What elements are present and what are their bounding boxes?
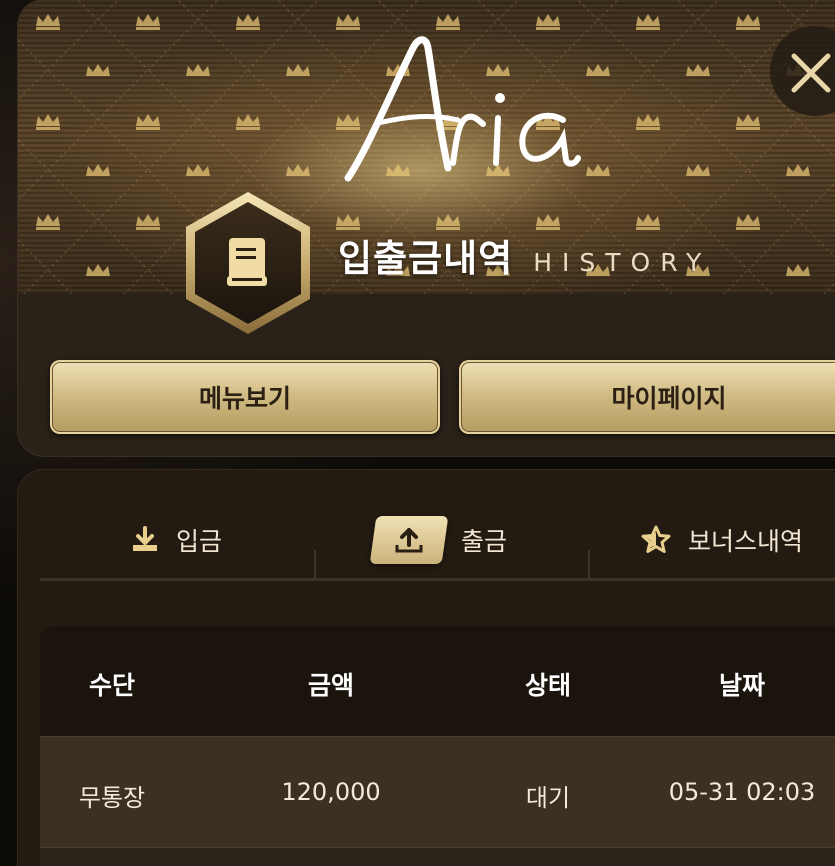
tab-withdraw-label: 출금 — [461, 527, 508, 556]
header-card: 입출금내역 HISTORY 메뉴보기 마이페이지 — [18, 0, 835, 456]
tab-withdraw[interactable]: 출금 — [369, 500, 508, 580]
column-header-date: 날짜 — [718, 671, 766, 700]
page-title-ko: 입출금내역 — [338, 237, 514, 280]
history-modal: 입출금내역 HISTORY 메뉴보기 마이페이지 입금 출금 보너스내역 수단 … — [0, 0, 835, 866]
column-header-amount: 금액 — [307, 671, 355, 700]
cell-amount: 120,000 — [281, 778, 381, 806]
download-icon — [133, 526, 157, 551]
table-row-partial — [40, 847, 835, 866]
tab-bonus-label: 보너스내역 — [688, 527, 804, 556]
history-tabs: 입금 출금 보너스내역 — [18, 500, 835, 580]
page-title-en: HISTORY — [533, 248, 712, 277]
column-header-method: 수단 — [88, 671, 136, 700]
mypage-button[interactable]: 마이페이지 — [459, 360, 835, 434]
cell-status: 대기 — [525, 784, 571, 812]
table-header: 수단 금액 상태 날짜 — [40, 626, 835, 736]
cell-date: 05-31 02:03 — [668, 778, 816, 806]
tab-deposit[interactable]: 입금 — [130, 500, 222, 580]
tab-divider — [588, 550, 590, 580]
tab-bonus[interactable]: 보너스내역 — [640, 500, 803, 580]
column-header-status: 상태 — [524, 671, 572, 700]
history-table: 수단 금액 상태 날짜 무통장 120,000 대기 05-31 02:03 — [40, 626, 835, 866]
close-icon — [791, 53, 831, 93]
cell-method: 무통장 — [78, 784, 146, 812]
tab-deposit-label: 입금 — [176, 527, 223, 556]
menu-button[interactable]: 메뉴보기 — [50, 360, 440, 434]
star-icon — [641, 525, 671, 553]
aria-logo — [344, 36, 581, 182]
tab-withdraw-icon-bg — [369, 516, 449, 564]
upload-icon — [395, 528, 423, 553]
table-row[interactable]: 무통장 120,000 대기 05-31 02:03 — [40, 736, 835, 847]
history-book-badge-icon — [186, 192, 310, 334]
content-card: 입금 출금 보너스내역 수단 금액 상태 날짜 무통장 120,000 대기 0… — [18, 470, 835, 866]
tabs-underline — [40, 578, 835, 581]
tab-divider — [314, 550, 316, 580]
page-title: 입출금내역 HISTORY — [338, 228, 711, 282]
